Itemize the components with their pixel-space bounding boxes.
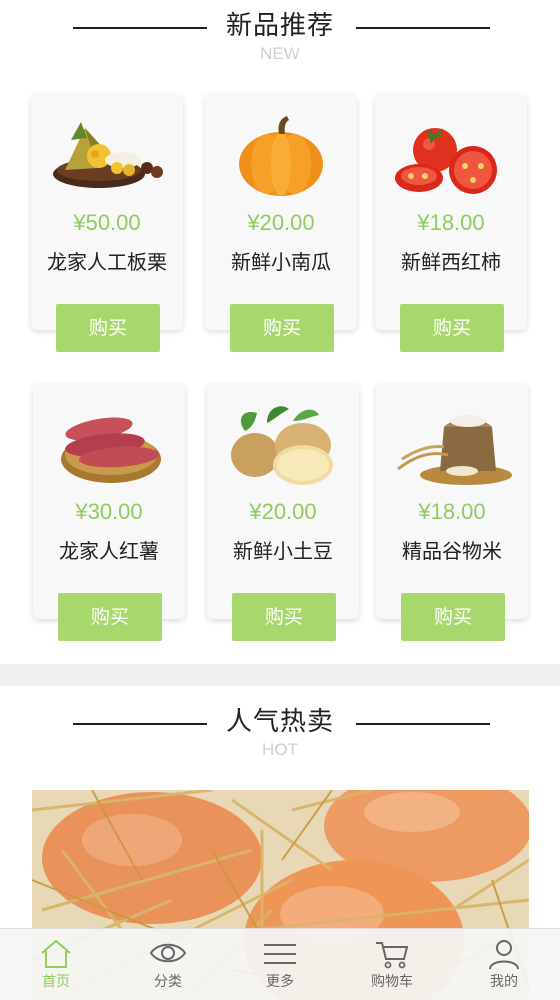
buy-button[interactable]: 购买 xyxy=(401,593,505,641)
product-name: 龙家人红薯 xyxy=(59,539,159,563)
tab-label: 分类 xyxy=(154,974,182,990)
section-divider xyxy=(0,664,560,686)
new-section-title: 新品推荐 xyxy=(225,11,334,41)
buy-button[interactable]: 购买 xyxy=(400,304,504,352)
tab-profile[interactable]: 我的 xyxy=(448,929,560,1000)
header-rule-left xyxy=(73,27,207,29)
tab-home[interactable]: 首页 xyxy=(0,929,112,1000)
buy-button[interactable]: 购买 xyxy=(232,593,336,641)
tab-more[interactable]: 更多 xyxy=(224,929,336,1000)
grain-rice-image xyxy=(397,415,512,485)
product-card[interactable]: ¥20.00 新鲜小土豆 购买 xyxy=(207,383,359,641)
page: 新品推荐 NEW ¥50.00 龙家人工板栗 购买 ¥20.00 新鲜小南瓜 购… xyxy=(0,0,560,1000)
tab-label: 我的 xyxy=(490,974,518,990)
tab-category[interactable]: 分类 xyxy=(112,929,224,1000)
header-rule-left xyxy=(73,723,207,725)
hot-section-header: 人气热卖 HOT xyxy=(0,704,560,760)
menu-icon xyxy=(264,944,296,964)
user-icon xyxy=(489,940,519,969)
product-price: ¥20.00 xyxy=(247,210,315,235)
product-card[interactable]: ¥50.00 龙家人工板栗 购买 xyxy=(31,94,183,352)
product-price: ¥18.00 xyxy=(417,210,485,235)
pumpkin-image xyxy=(239,116,323,196)
product-price: ¥20.00 xyxy=(249,499,317,524)
buy-button[interactable]: 购买 xyxy=(58,593,162,641)
hot-section-title: 人气热卖 xyxy=(225,707,334,737)
potato-image xyxy=(231,406,333,485)
product-price: ¥50.00 xyxy=(73,210,141,235)
product-name: 新鲜小南瓜 xyxy=(231,250,331,274)
product-name: 新鲜小土豆 xyxy=(233,539,333,563)
new-section-header: 新品推荐 NEW xyxy=(0,8,560,64)
header-rule-right xyxy=(356,723,490,725)
product-price: ¥30.00 xyxy=(75,499,143,524)
hot-section-subtitle: HOT xyxy=(262,740,298,759)
tab-cart[interactable]: 购物车 xyxy=(336,929,448,1000)
product-name: 龙家人工板栗 xyxy=(47,250,167,274)
product-name: 精品谷物米 xyxy=(402,539,502,563)
tab-label: 购物车 xyxy=(371,974,413,990)
buy-button[interactable]: 购买 xyxy=(56,304,160,352)
tomato-image xyxy=(395,128,497,194)
tab-label: 更多 xyxy=(266,974,294,990)
product-card[interactable]: ¥20.00 新鲜小南瓜 购买 xyxy=(205,94,357,352)
buy-button[interactable]: 购买 xyxy=(230,304,334,352)
tab-label: 首页 xyxy=(42,974,70,990)
header-rule-right xyxy=(356,27,490,29)
new-section-subtitle: NEW xyxy=(260,44,300,63)
home-icon xyxy=(41,939,71,968)
product-card[interactable]: ¥30.00 龙家人红薯 购买 xyxy=(33,383,185,641)
product-card[interactable]: ¥18.00 新鲜西红柿 购买 xyxy=(375,94,527,352)
product-price: ¥18.00 xyxy=(418,499,486,524)
sweet-potato-image xyxy=(61,417,161,483)
zongzi-chestnut-image xyxy=(53,122,163,188)
cart-icon xyxy=(376,942,409,969)
product-card[interactable]: ¥18.00 精品谷物米 购买 xyxy=(376,383,528,641)
bottom-tab-bar: 首页 分类 更多 购物车 我的 xyxy=(0,928,560,1000)
product-name: 新鲜西红柿 xyxy=(401,250,501,274)
eye-icon xyxy=(149,943,187,963)
